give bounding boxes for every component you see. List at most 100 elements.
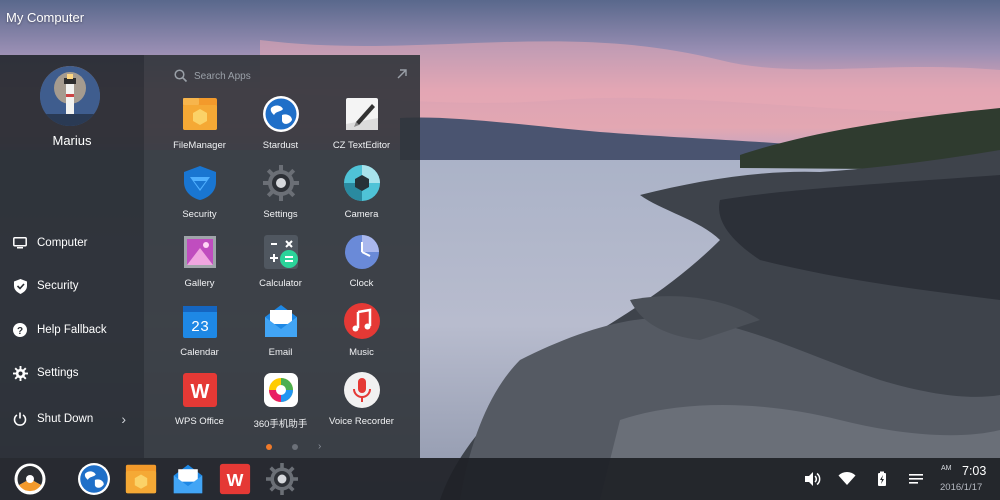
- expand-icon[interactable]: [396, 68, 408, 80]
- app-label: Clock: [349, 278, 374, 289]
- user-name: Marius: [52, 133, 92, 148]
- folder-icon: [125, 464, 157, 494]
- 360-assistant-icon: [263, 373, 298, 407]
- app-360-assistant[interactable]: 360手机助手: [240, 372, 321, 441]
- text-editor-icon: [345, 98, 378, 130]
- chevron-right-icon[interactable]: ›: [121, 411, 126, 427]
- start-logo-icon: [14, 463, 46, 495]
- app-security[interactable]: Security: [159, 165, 240, 234]
- chevron-right-icon[interactable]: ›: [318, 441, 321, 452]
- app-launcher: FileManager Stardust CZ TextEditor Secur…: [144, 55, 420, 458]
- calculator-icon: [263, 235, 298, 269]
- nav-item-label: Shut Down: [37, 413, 94, 425]
- svg-text:23: 23: [190, 319, 208, 336]
- nav-item-settings[interactable]: Settings: [0, 357, 144, 389]
- app-label: Calendar: [180, 347, 219, 358]
- nav-item-label: Help Fallback: [37, 324, 107, 336]
- taskbar-stardust[interactable]: [78, 463, 110, 495]
- app-camera[interactable]: Camera: [321, 165, 402, 234]
- power-icon: [12, 411, 28, 427]
- avatar[interactable]: [40, 66, 100, 126]
- app-label: CZ TextEditor: [332, 140, 391, 151]
- nav-item-shut-down[interactable]: Shut Down ›: [0, 403, 144, 435]
- volume-button[interactable]: [803, 470, 821, 488]
- app-label: Settings: [263, 209, 298, 220]
- taskbar-filemanager[interactable]: [125, 463, 157, 495]
- battery-icon: [878, 471, 886, 486]
- svg-text:W: W: [227, 470, 244, 490]
- globe-icon: [78, 463, 110, 495]
- battery-button[interactable]: [873, 470, 891, 488]
- app-music[interactable]: Music: [321, 303, 402, 372]
- nav-item-security[interactable]: Security: [0, 270, 144, 302]
- search-input[interactable]: [194, 70, 374, 82]
- app-label: FileManager: [173, 140, 226, 151]
- shield-icon: [12, 278, 28, 294]
- app-email[interactable]: Email: [240, 303, 321, 372]
- folder-icon: [182, 98, 217, 130]
- app-label: Calculator: [259, 278, 302, 289]
- taskbar-email[interactable]: [172, 463, 204, 495]
- music-icon: [343, 303, 380, 339]
- app-label: Camera: [344, 209, 379, 220]
- clock-time[interactable]: 7:03: [962, 464, 986, 478]
- nav-item-computer[interactable]: Computer: [0, 227, 144, 259]
- start-menu: Marius Computer Security ? Help Fallback…: [0, 55, 420, 458]
- help-icon: ?: [12, 322, 28, 338]
- globe-icon: [262, 96, 299, 132]
- app-label: Email: [268, 347, 293, 358]
- notifications-button[interactable]: [907, 470, 925, 488]
- clock-date[interactable]: 2016/1/17: [940, 482, 982, 493]
- monitor-icon: [12, 235, 28, 251]
- notifications-icon: [909, 474, 923, 484]
- app-settings[interactable]: Settings: [240, 165, 321, 234]
- app-calculator[interactable]: Calculator: [240, 234, 321, 303]
- app-calendar[interactable]: 23 Calendar: [159, 303, 240, 372]
- desktop-title: My Computer: [6, 10, 85, 25]
- gear-app-icon: [262, 165, 299, 201]
- shield-app-icon: [183, 166, 216, 200]
- nav-item-label: Computer: [37, 237, 88, 249]
- nav-item-help-fallback[interactable]: ? Help Fallback: [0, 314, 144, 346]
- app-label: Gallery: [184, 278, 215, 289]
- wifi-button[interactable]: [838, 470, 856, 488]
- pagination: ›: [266, 441, 321, 452]
- nav-item-label: Security: [37, 280, 79, 292]
- page-dot[interactable]: [292, 443, 298, 450]
- wifi-icon: [838, 471, 856, 485]
- app-voice-recorder[interactable]: Voice Recorder: [321, 372, 402, 441]
- app-clock[interactable]: Clock: [321, 234, 402, 303]
- clock-icon: [344, 235, 379, 269]
- app-label: Security: [182, 209, 217, 220]
- search-bar[interactable]: [174, 67, 404, 85]
- app-stardust[interactable]: Stardust: [240, 96, 321, 165]
- taskbar: W AM 7:03 2016/1/17: [0, 458, 1000, 500]
- taskbar-wps-office[interactable]: W: [219, 463, 251, 495]
- lighthouse-avatar-icon: [40, 66, 100, 126]
- camera-icon: [343, 165, 380, 201]
- taskbar-settings[interactable]: [266, 463, 298, 495]
- app-filemanager[interactable]: FileManager: [159, 96, 240, 165]
- clock-ampm: AM: [941, 465, 952, 472]
- gallery-icon: [183, 236, 216, 268]
- app-gallery[interactable]: Gallery: [159, 234, 240, 303]
- app-label: WPS Office: [175, 416, 224, 427]
- app-wps-office[interactable]: W WPS Office: [159, 372, 240, 441]
- nav-item-label: Settings: [37, 367, 79, 379]
- app-label: Voice Recorder: [329, 416, 394, 427]
- app-cz-texteditor[interactable]: CZ TextEditor: [321, 96, 402, 165]
- gear-icon: [12, 365, 28, 381]
- page-dot-active[interactable]: [266, 443, 272, 450]
- gear-icon: [266, 463, 298, 495]
- svg-text:?: ?: [17, 326, 23, 337]
- app-label: 360手机助手: [253, 419, 308, 430]
- search-icon: [174, 69, 188, 83]
- svg-text:W: W: [190, 381, 209, 403]
- microphone-icon: [343, 372, 380, 408]
- wps-icon: W: [182, 373, 217, 407]
- calendar-icon: 23: [182, 306, 217, 338]
- email-icon: [173, 464, 203, 494]
- app-label: Music: [349, 347, 374, 358]
- start-button[interactable]: [14, 463, 46, 495]
- wps-icon: W: [219, 463, 251, 495]
